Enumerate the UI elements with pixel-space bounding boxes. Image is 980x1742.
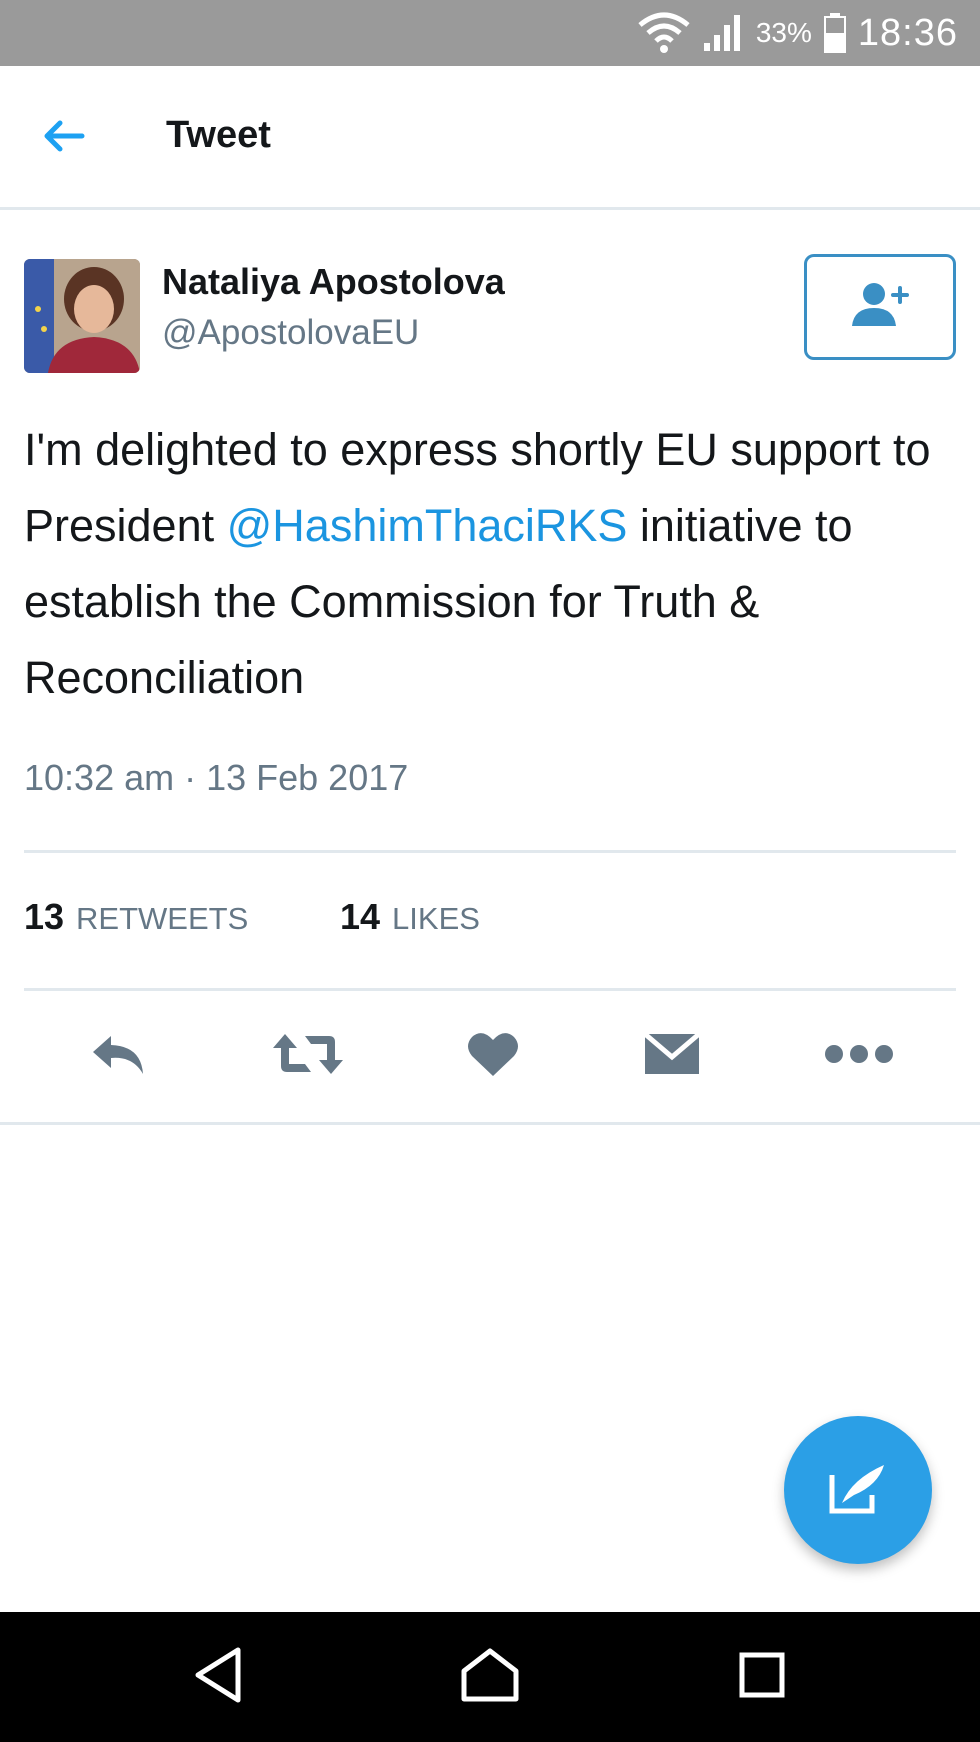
compose-tweet-icon xyxy=(828,1461,888,1520)
nav-recents-button[interactable] xyxy=(712,1632,812,1722)
more-button[interactable] xyxy=(814,1020,904,1092)
status-bar-indicators: 33% 18:36 xyxy=(638,0,958,66)
divider xyxy=(24,988,956,991)
status-bar: 33% 18:36 xyxy=(0,0,980,66)
battery-icon xyxy=(823,13,846,53)
signal-icon xyxy=(702,13,744,53)
nav-home-button[interactable] xyxy=(440,1632,540,1722)
avatar[interactable] xyxy=(24,259,140,373)
likes-count: 14 xyxy=(340,896,381,937)
retweet-button[interactable] xyxy=(263,1020,353,1092)
follow-button[interactable] xyxy=(804,254,956,360)
add-user-icon xyxy=(848,280,912,335)
tweet-timestamp: 10:32 am · 13 Feb 2017 xyxy=(24,757,409,798)
reply-icon xyxy=(89,1032,149,1081)
direct-message-button[interactable] xyxy=(627,1020,717,1092)
mention-link[interactable]: @HashimThaciRKS xyxy=(227,500,628,551)
back-arrow-icon xyxy=(42,118,86,159)
back-button[interactable] xyxy=(36,110,92,166)
page-title: Tweet xyxy=(166,114,271,156)
likes-label: LIKES xyxy=(392,901,480,936)
like-button[interactable] xyxy=(448,1020,538,1092)
direct-message-icon xyxy=(643,1031,701,1082)
retweets-label: RETWEETS xyxy=(76,901,249,936)
compose-tweet-button[interactable] xyxy=(784,1416,932,1564)
section-divider xyxy=(0,1122,980,1125)
clock: 18:36 xyxy=(857,11,958,54)
nav-recents-icon xyxy=(738,1651,786,1704)
nav-back-button[interactable] xyxy=(168,1632,268,1722)
nav-home-icon xyxy=(460,1647,520,1708)
tweet-text: I'm delighted to express shortly EU supp… xyxy=(24,412,964,716)
wifi-icon xyxy=(638,11,690,55)
app-header: Tweet xyxy=(0,66,980,210)
like-icon xyxy=(466,1030,520,1083)
retweets-stat[interactable]: 13 RETWEETS xyxy=(24,896,248,938)
nav-back-icon xyxy=(192,1646,244,1709)
reply-button[interactable] xyxy=(74,1020,164,1092)
likes-stat[interactable]: 14 LIKES xyxy=(340,896,480,938)
author-display-name[interactable]: Nataliya Apostolova xyxy=(162,261,505,303)
tweet-action-bar xyxy=(0,1020,980,1092)
battery-percent: 33% xyxy=(755,17,812,48)
more-icon xyxy=(824,1042,894,1071)
retweet-icon xyxy=(271,1030,345,1083)
divider xyxy=(24,850,956,853)
system-nav-bar xyxy=(0,1612,980,1742)
author-handle[interactable]: @ApostolovaEU xyxy=(162,313,419,353)
retweets-count: 13 xyxy=(24,896,65,937)
